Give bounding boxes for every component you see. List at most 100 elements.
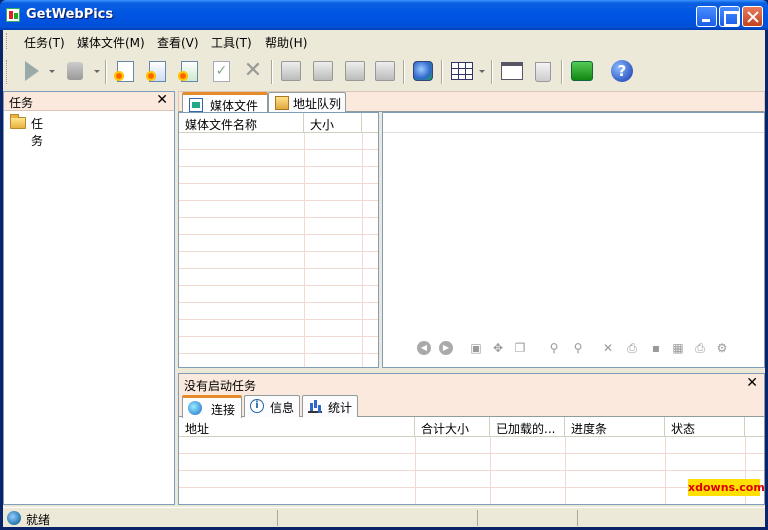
connection-list-header: 地址 合计大小 已加载的... 进度条 状态 <box>179 417 764 437</box>
minimize-button[interactable] <box>696 6 717 27</box>
status-separator <box>477 510 478 526</box>
view-dropdown-icon[interactable] <box>479 70 485 73</box>
close-button[interactable] <box>742 6 763 27</box>
column-progress[interactable]: 进度条 <box>565 417 665 437</box>
tasks-panel-close-icon[interactable]: ✕ <box>156 92 168 108</box>
tab-connections[interactable]: 连接 <box>182 395 242 418</box>
help-icon[interactable]: ? <box>611 60 633 82</box>
status-panel: 没有启动任务 ✕ 连接 i 信息 统计 地址 合计大小 已加载的... 进度条 … <box>178 373 765 505</box>
tasks-panel: 任务 ✕ 任务 <box>3 91 175 505</box>
toolbar-separator <box>271 60 273 84</box>
status-panel-close-icon[interactable]: ✕ <box>746 375 758 391</box>
column-divider <box>490 437 491 504</box>
status-separator <box>577 510 578 526</box>
column-divider <box>304 133 305 367</box>
toolbar-separator <box>441 60 443 84</box>
window-title: GetWebPics <box>26 7 114 22</box>
status-panel-header: 没有启动任务 ✕ <box>179 374 764 394</box>
prev-image-icon[interactable]: ◀ <box>417 341 431 355</box>
toolbar-grip[interactable] <box>6 60 9 84</box>
print-icon[interactable]: ⎙ <box>693 341 707 355</box>
new-task-blue-icon[interactable] <box>146 61 166 82</box>
delete-image-icon[interactable]: ✕ <box>601 341 615 355</box>
tree-item-label: 任务 <box>31 117 44 148</box>
menu-help[interactable]: 帮助(H) <box>265 34 307 51</box>
connection-icon <box>188 401 202 415</box>
print-preview-icon[interactable]: ⎙ <box>625 341 639 355</box>
menu-grip[interactable] <box>6 33 9 49</box>
tasks-panel-title: 任务 <box>9 96 34 110</box>
main-tabs: 媒体文件 地址队列 <box>178 91 765 114</box>
maximize-button[interactable] <box>719 6 740 27</box>
column-divider <box>665 437 666 504</box>
menu-task[interactable]: 任务(T) <box>24 34 65 51</box>
fit-screen-icon[interactable]: ▣ <box>469 341 483 355</box>
start-icon[interactable] <box>25 61 39 81</box>
app-window: GetWebPics 任务(T) 媒体文件(M) 查看(V) 工具(T) 帮助(… <box>0 0 768 530</box>
app-icon[interactable] <box>6 8 20 22</box>
properties-icon[interactable]: ⚙ <box>715 341 729 355</box>
next-image-icon[interactable]: ▶ <box>439 341 453 355</box>
tab-info[interactable]: i 信息 <box>244 395 300 417</box>
status-bar: 就绪 <box>3 507 765 527</box>
zoom-out-icon[interactable]: ⚲ <box>571 341 585 355</box>
column-divider <box>362 133 363 367</box>
actual-size-icon[interactable]: ✥ <box>491 341 505 355</box>
column-total-size[interactable]: 合计大小 <box>415 417 490 437</box>
tab-connections-label: 连接 <box>211 403 236 417</box>
save-icon[interactable]: ▪ <box>649 341 663 355</box>
stop-icon[interactable] <box>67 62 83 80</box>
menu-view[interactable]: 查看(V) <box>157 34 199 51</box>
fullscreen-icon[interactable]: ❐ <box>513 341 527 355</box>
search-icon[interactable] <box>281 61 301 81</box>
title-bar[interactable]: GetWebPics <box>0 0 768 30</box>
status-text: 就绪 <box>26 513 51 527</box>
column-size[interactable]: 大小 <box>304 113 362 133</box>
column-address[interactable]: 地址 <box>179 417 415 437</box>
tools-icon[interactable] <box>313 61 333 81</box>
zoom-in-icon[interactable]: ⚲ <box>547 341 561 355</box>
column-status[interactable]: 状态 <box>665 417 745 437</box>
export-icon[interactable] <box>571 61 593 81</box>
client-area: 任务(T) 媒体文件(M) 查看(V) 工具(T) 帮助(H) ✓ ✕ ? 任务… <box>3 30 765 527</box>
column-loaded[interactable]: 已加载的... <box>490 417 565 437</box>
connection-list[interactable]: 地址 合计大小 已加载的... 进度条 状态 <box>179 417 764 504</box>
new-task-icon[interactable] <box>114 61 134 82</box>
tab-statistics[interactable]: 统计 <box>302 395 358 417</box>
media-file-list[interactable]: 媒体文件名称 大小 <box>178 112 379 368</box>
tab-address-queue-label: 地址队列 <box>293 97 342 111</box>
remove-icon[interactable] <box>375 61 395 81</box>
connection-list-rows <box>179 437 764 504</box>
status-separator <box>277 510 278 526</box>
toolbar-separator <box>491 60 493 84</box>
media-list-rows <box>179 133 378 367</box>
menu-tools[interactable]: 工具(T) <box>211 34 252 51</box>
new-task-green-icon[interactable] <box>178 61 198 82</box>
column-media-name[interactable]: 媒体文件名称 <box>179 113 304 133</box>
tab-address-queue[interactable]: 地址队列 <box>268 92 346 113</box>
window-icon[interactable] <box>501 62 523 80</box>
tab-statistics-label: 统计 <box>328 401 353 415</box>
column-divider <box>565 437 566 504</box>
info-icon: i <box>250 399 264 413</box>
toolbar-separator <box>403 60 405 84</box>
save-as-icon[interactable]: ▦ <box>671 341 685 355</box>
tab-info-label: 信息 <box>270 401 295 415</box>
check-icon[interactable]: ✓ <box>213 61 230 82</box>
folder-icon <box>10 114 26 129</box>
menu-media[interactable]: 媒体文件(M) <box>77 34 145 51</box>
preview-header <box>383 113 764 133</box>
statistics-icon <box>308 399 322 413</box>
start-dropdown-icon[interactable] <box>49 70 55 73</box>
view-grid-icon[interactable] <box>451 62 473 80</box>
trash-icon[interactable] <box>535 62 551 82</box>
media-list-header: 媒体文件名称 大小 <box>179 113 378 133</box>
stop-dropdown-icon[interactable] <box>94 70 100 73</box>
tab-media-files[interactable]: 媒体文件 <box>182 92 268 114</box>
tasks-panel-header: 任务 ✕ <box>4 92 174 111</box>
column-divider <box>415 437 416 504</box>
media-icon[interactable] <box>345 61 365 81</box>
delete-icon[interactable]: ✕ <box>241 59 265 83</box>
browser-icon[interactable] <box>413 61 433 81</box>
watermark-badge: xdowns.com <box>688 479 765 496</box>
